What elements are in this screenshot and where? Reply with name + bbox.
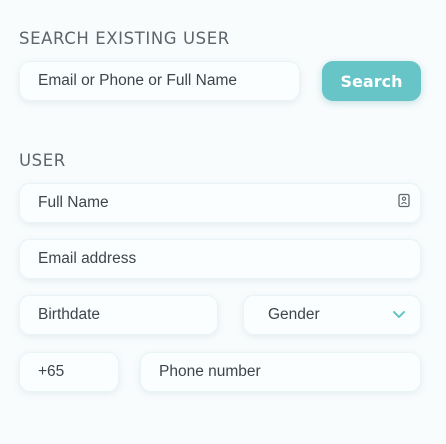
- phone-number-placeholder: Phone number: [159, 363, 261, 380]
- phone-number-field[interactable]: Phone number: [140, 352, 421, 392]
- search-input-placeholder: Email or Phone or Full Name: [38, 72, 237, 89]
- full-name-placeholder: Full Name: [38, 194, 109, 211]
- chevron-down-icon: [392, 306, 406, 324]
- birthdate-placeholder: Birthdate: [38, 306, 101, 323]
- gender-select[interactable]: Gender: [243, 295, 421, 335]
- email-placeholder: Email address: [38, 250, 137, 267]
- email-field[interactable]: Email address: [19, 239, 421, 279]
- country-code-field[interactable]: +65: [19, 352, 119, 392]
- birthdate-field[interactable]: Birthdate: [19, 295, 218, 335]
- search-input[interactable]: Email or Phone or Full Name: [19, 61, 300, 101]
- full-name-field[interactable]: Full Name: [19, 183, 421, 223]
- country-code-value: +65: [38, 363, 65, 380]
- gender-selected-value: Gender: [268, 306, 320, 323]
- user-section-title: USER: [19, 151, 66, 170]
- contact-card-icon: [398, 193, 410, 213]
- search-button[interactable]: Search: [322, 61, 421, 101]
- search-section-title: SEARCH EXISTING USER: [19, 29, 230, 48]
